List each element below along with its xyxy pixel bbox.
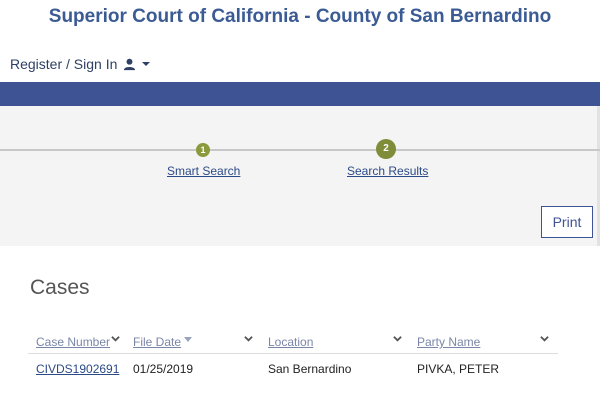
- user-icon: [124, 58, 136, 70]
- site-header: Superior Court of California - County of…: [0, 0, 600, 82]
- sort-desc-icon[interactable]: [184, 337, 192, 342]
- sign-in-label[interactable]: Register / Sign In: [10, 56, 117, 72]
- location-cell: San Bernardino: [268, 362, 352, 376]
- case-number-link[interactable]: CIVDS1902691: [36, 362, 119, 376]
- chevron-down-icon[interactable]: [111, 334, 120, 343]
- caret-down-icon: [142, 62, 151, 66]
- step-smart-search-link[interactable]: Smart Search: [167, 164, 240, 178]
- search-wizard: 1 Smart Search 2 Search Results Print: [0, 106, 600, 246]
- step-2-badge[interactable]: 2: [376, 139, 396, 159]
- column-header-file-date[interactable]: File Date: [133, 335, 181, 349]
- column-header-case-number[interactable]: Case Number: [36, 335, 110, 349]
- cases-table-header: Case Number File Date Location Party Nam…: [28, 330, 558, 354]
- wizard-progress-line: [0, 149, 600, 151]
- print-button[interactable]: Print: [541, 206, 593, 238]
- column-header-location[interactable]: Location: [268, 335, 313, 349]
- chevron-down-icon[interactable]: [244, 334, 253, 343]
- step-search-results-link[interactable]: Search Results: [347, 164, 428, 178]
- column-header-party-name[interactable]: Party Name: [417, 335, 480, 349]
- nav-bar: [0, 82, 600, 106]
- site-title: Superior Court of California - County of…: [48, 6, 552, 27]
- sign-in-menu[interactable]: Register / Sign In: [10, 56, 151, 72]
- party-name-cell: PIVKA, PETER: [417, 362, 500, 376]
- file-date-cell: 01/25/2019: [133, 362, 194, 376]
- cases-section: Cases Case Number File Date Location Par…: [0, 246, 600, 402]
- table-row: CIVDS1902691 01/25/2019 San Bernardino P…: [28, 360, 558, 380]
- cases-heading: Cases: [30, 276, 90, 299]
- chevron-down-icon[interactable]: [540, 334, 549, 343]
- step-1-badge[interactable]: 1: [196, 143, 210, 157]
- chevron-down-icon[interactable]: [393, 334, 402, 343]
